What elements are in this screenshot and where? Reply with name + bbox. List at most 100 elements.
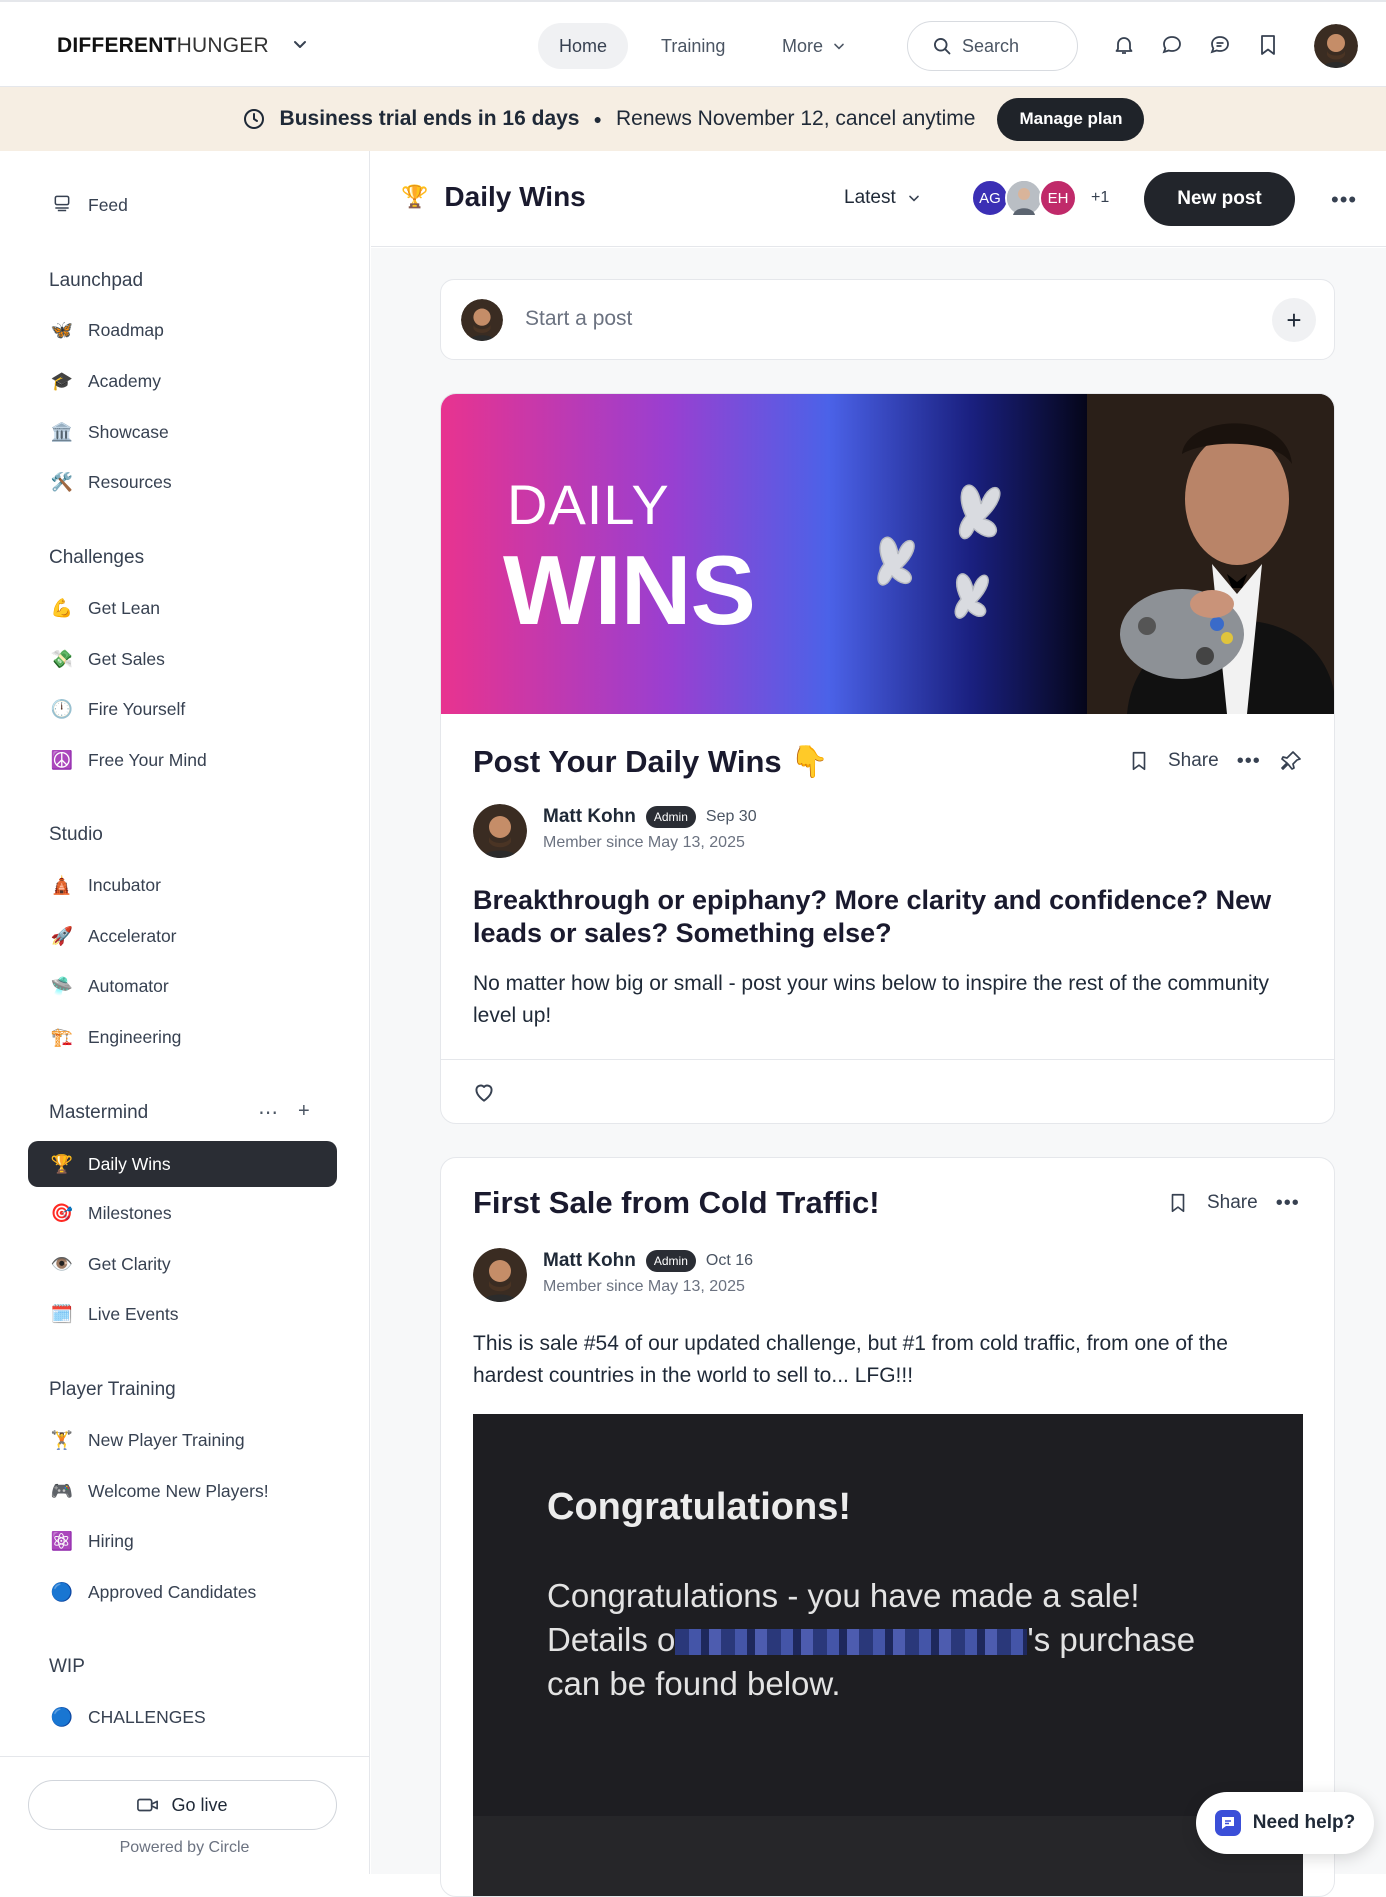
sidebar-section-title[interactable]: Mastermind (49, 1102, 148, 1124)
nav-training[interactable]: Training (640, 23, 746, 69)
post-title[interactable]: First Sale from Cold Traffic! (473, 1185, 880, 1221)
avatar[interactable] (473, 804, 527, 858)
sidebar-item-welcome-new-players[interactable]: 🎮 Welcome New Players! (28, 1468, 337, 1514)
more-options-icon[interactable]: ⋯ (258, 1100, 278, 1125)
more-options-icon[interactable]: ••• (1331, 187, 1357, 213)
sidebar-item-accelerator[interactable]: 🚀 Accelerator (28, 913, 337, 959)
sidebar-item-academy[interactable]: 🎓 Academy (28, 358, 337, 404)
avatar[interactable] (473, 1248, 527, 1302)
sidebar-item-milestones[interactable]: 🎯 Milestones (28, 1190, 337, 1236)
search-input[interactable]: Search (907, 21, 1078, 71)
post-date[interactable]: Sep 30 (706, 808, 757, 826)
nav-home-label: Home (559, 35, 608, 56)
blue-circle-icon: 🔵 (50, 1706, 74, 1727)
share-button[interactable]: Share (1207, 1192, 1258, 1214)
member-initials: EH (1047, 189, 1069, 207)
powered-by[interactable]: Powered by Circle (0, 1839, 369, 1857)
author-name[interactable]: Matt Kohn (543, 806, 636, 828)
sidebar-item-get-sales[interactable]: 💸 Get Sales (28, 636, 337, 682)
sidebar-item-label: Showcase (88, 421, 169, 442)
calendar-icon: 🗓️ (50, 1303, 74, 1324)
bell-icon[interactable] (1112, 33, 1136, 57)
admin-badge: Admin (645, 1250, 696, 1272)
composer-placeholder: Start a post (525, 307, 633, 330)
nav-more-label: More (782, 35, 824, 56)
sidebar-item-live-events[interactable]: 🗓️ Live Events (28, 1291, 337, 1337)
video-camera-icon (137, 1798, 159, 1812)
flying-saucer-icon: 🛸 (50, 975, 74, 996)
brand-logo[interactable]: DIFFERENTHUNGER (57, 34, 269, 58)
new-post-button[interactable]: New post (1144, 172, 1295, 226)
tools-icon: 🛠️ (50, 471, 74, 492)
sidebar-item-engineering[interactable]: 🏗️ Engineering (28, 1014, 337, 1060)
sidebar-item-get-clarity[interactable]: 👁️ Get Clarity (28, 1241, 337, 1287)
pin-icon[interactable] (1279, 749, 1303, 773)
member-since: Member since May 13, 2025 (543, 1278, 745, 1295)
more-options-icon[interactable]: ••• (1237, 750, 1261, 773)
chat-bubble-icon[interactable] (1160, 33, 1184, 57)
sidebar-item-label: Roadmap (88, 319, 164, 340)
sidebar-item-fire-yourself[interactable]: 🕛 Fire Yourself (28, 686, 337, 732)
chevron-down-icon[interactable] (290, 34, 310, 54)
sidebar-item-label: Fire Yourself (88, 698, 186, 719)
sidebar-item-challenges[interactable]: 🔵 CHALLENGES (28, 1694, 337, 1740)
sidebar-item-free-your-mind[interactable]: ☮️ Free Your Mind (28, 737, 337, 783)
sidebar-item-daily-wins[interactable]: 🏆 Daily Wins (28, 1141, 337, 1187)
need-help-label: Need help? (1252, 1812, 1356, 1833)
sidebar-item-new-player-training[interactable]: 🏋️ New Player Training (28, 1417, 337, 1463)
sidebar-section-title[interactable]: WIP (49, 1656, 85, 1678)
sidebar-item-showcase[interactable]: 🏛️ Showcase (28, 409, 337, 455)
sidebar-item-label: Live Events (88, 1303, 179, 1324)
post-card: DAILY WINS Post Your Daily Wins 👇 Share … (440, 393, 1335, 1124)
feed-icon (50, 193, 74, 218)
nav-more[interactable]: More (761, 23, 868, 69)
brand-light: HUNGER (176, 34, 269, 57)
sidebar-item-resources[interactable]: 🛠️ Resources (28, 459, 337, 505)
sidebar-section-title[interactable]: Studio (49, 824, 103, 846)
space-title-text: Daily Wins (444, 181, 586, 212)
sidebar-item-label: Feed (88, 194, 128, 215)
section-tools: ⋯ + (258, 1100, 310, 1125)
share-button[interactable]: Share (1168, 750, 1219, 772)
go-live-button[interactable]: Go live (28, 1780, 337, 1830)
manage-plan-button[interactable]: Manage plan (997, 97, 1145, 141)
bookmark-icon[interactable] (1256, 33, 1280, 57)
sidebar-item-hiring[interactable]: ⚛️ Hiring (28, 1518, 337, 1564)
sidebar-item-label: Free Your Mind (88, 749, 207, 770)
need-help-button[interactable]: Need help? (1196, 1792, 1374, 1854)
author-meta: Matt Kohn Admin Sep 30 Member since May … (543, 804, 757, 858)
admin-badge: Admin (645, 806, 696, 828)
post-date[interactable]: Oct 16 (706, 1252, 753, 1270)
author-name[interactable]: Matt Kohn (543, 1250, 636, 1272)
post-composer[interactable]: Start a post + (440, 279, 1335, 360)
messages-icon[interactable] (1208, 33, 1232, 57)
sidebar-item-label: Get Lean (88, 597, 160, 618)
post-image[interactable]: Congratulations! Congratulations - you h… (473, 1414, 1303, 1896)
sidebar-item-roadmap[interactable]: 🦋 Roadmap (28, 307, 337, 353)
sidebar-section-title[interactable]: Challenges (49, 547, 144, 569)
user-avatar[interactable] (1314, 24, 1358, 68)
member-avatars[interactable]: AG EH +1 (971, 179, 1109, 217)
bookmark-icon[interactable] (1128, 749, 1150, 773)
sidebar-item-get-lean[interactable]: 💪 Get Lean (28, 585, 337, 631)
heart-icon[interactable] (471, 1079, 497, 1105)
add-icon[interactable]: + (1272, 298, 1316, 342)
post-cover-image: DAILY WINS (441, 394, 1334, 714)
sidebar-section-title[interactable]: Player Training (49, 1379, 176, 1401)
bookmark-icon[interactable] (1167, 1191, 1189, 1215)
sort-dropdown[interactable]: Latest (844, 187, 922, 209)
author-row: Matt Kohn Admin Sep 30 (543, 806, 757, 828)
trial-banner: Business trial ends in 16 days ● Renews … (0, 87, 1386, 151)
sidebar-section-title[interactable]: Launchpad (49, 270, 143, 292)
add-icon[interactable]: + (298, 1100, 310, 1125)
sidebar-item-approved-candidates[interactable]: 🔵 Approved Candidates (28, 1569, 337, 1615)
sidebar-item-automator[interactable]: 🛸 Automator (28, 963, 337, 1009)
sidebar-item-label: Automator (88, 975, 169, 996)
post-heading: Breakthrough or epiphany? More clarity a… (473, 885, 1272, 948)
nav-home[interactable]: Home (538, 23, 629, 69)
sidebar-item-feed[interactable]: Feed (28, 182, 337, 228)
more-options-icon[interactable]: ••• (1276, 1192, 1300, 1215)
avatar (461, 299, 503, 341)
post-title[interactable]: Post Your Daily Wins 👇 (473, 743, 829, 780)
sidebar-item-incubator[interactable]: 🛕 Incubator (28, 862, 337, 908)
